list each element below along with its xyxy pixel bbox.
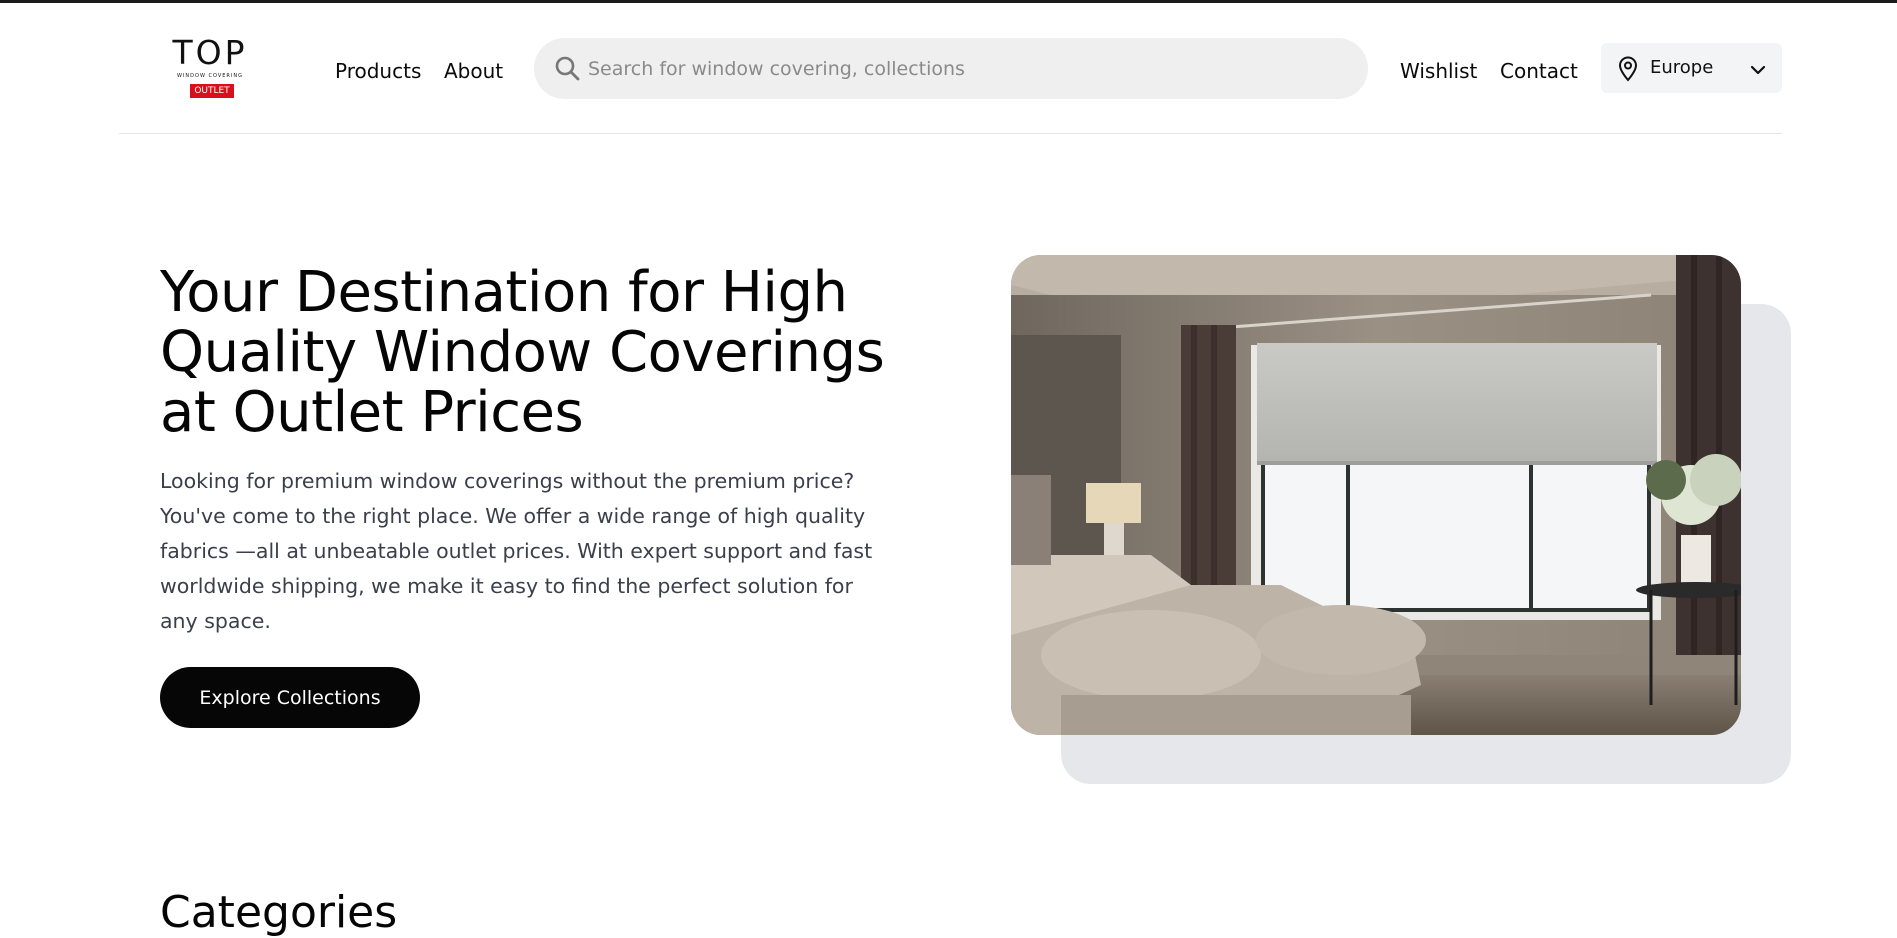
- nav-contact-link[interactable]: Contact: [1500, 58, 1578, 84]
- logo[interactable]: TOP WINDOW COVERING OUTLET: [162, 36, 258, 102]
- search-bar[interactable]: [534, 38, 1368, 99]
- search-input[interactable]: [588, 38, 1348, 99]
- hero-title: Your Destination for High Quality Window…: [160, 260, 885, 445]
- nav-wishlist-link[interactable]: Wishlist: [1400, 58, 1477, 84]
- chevron-down-icon: [1750, 61, 1766, 75]
- categories-heading: Categories: [160, 887, 398, 938]
- nav-products-link[interactable]: Products: [335, 58, 421, 84]
- logo-wordmark: TOP: [172, 33, 248, 72]
- explore-collections-button[interactable]: Explore Collections: [160, 667, 420, 728]
- logo-subtitle: WINDOW COVERING: [177, 73, 243, 79]
- logo-outlet-badge: OUTLET: [190, 84, 234, 98]
- site-header: TOP WINDOW COVERING OUTLET Products Abou…: [119, 3, 1782, 134]
- nav-about-link[interactable]: About: [444, 58, 503, 84]
- search-icon: [554, 55, 580, 81]
- hero-image: [1011, 255, 1741, 735]
- location-pin-icon: [1616, 56, 1640, 82]
- hero-description: Looking for premium window coverings wit…: [160, 469, 873, 633]
- region-selector[interactable]: Europe: [1601, 43, 1782, 93]
- region-label: Europe: [1650, 57, 1714, 78]
